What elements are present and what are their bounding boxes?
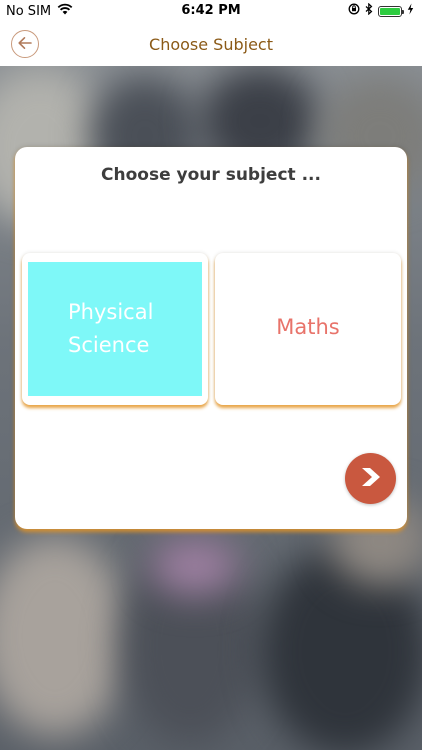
subject-label-maths: Maths bbox=[276, 315, 340, 339]
selected-highlight: Physical Science bbox=[28, 262, 202, 396]
next-button[interactable] bbox=[345, 453, 396, 504]
battery-icon bbox=[378, 5, 404, 17]
battery-level bbox=[380, 7, 400, 15]
subject-tile-maths[interactable]: Maths bbox=[215, 253, 401, 405]
chevron-right-icon bbox=[359, 466, 383, 492]
bluetooth-icon bbox=[365, 2, 373, 19]
subject-card: Choose your subject ... Physical Science… bbox=[15, 147, 407, 529]
orientation-lock-icon bbox=[348, 3, 360, 19]
status-bar: No SIM 6:42 PM bbox=[0, 0, 422, 22]
page-title: Choose Subject bbox=[149, 35, 273, 54]
subject-label-physical-science: Physical Science bbox=[68, 300, 154, 357]
nav-bar: Choose Subject bbox=[0, 22, 422, 66]
status-right bbox=[348, 2, 414, 19]
screen: No SIM 6:42 PM Choose Subject Choose you… bbox=[0, 0, 422, 750]
subject-tile-physical-science[interactable]: Physical Science bbox=[22, 253, 208, 405]
card-title: Choose your subject ... bbox=[101, 165, 321, 185]
charging-icon bbox=[407, 3, 414, 19]
